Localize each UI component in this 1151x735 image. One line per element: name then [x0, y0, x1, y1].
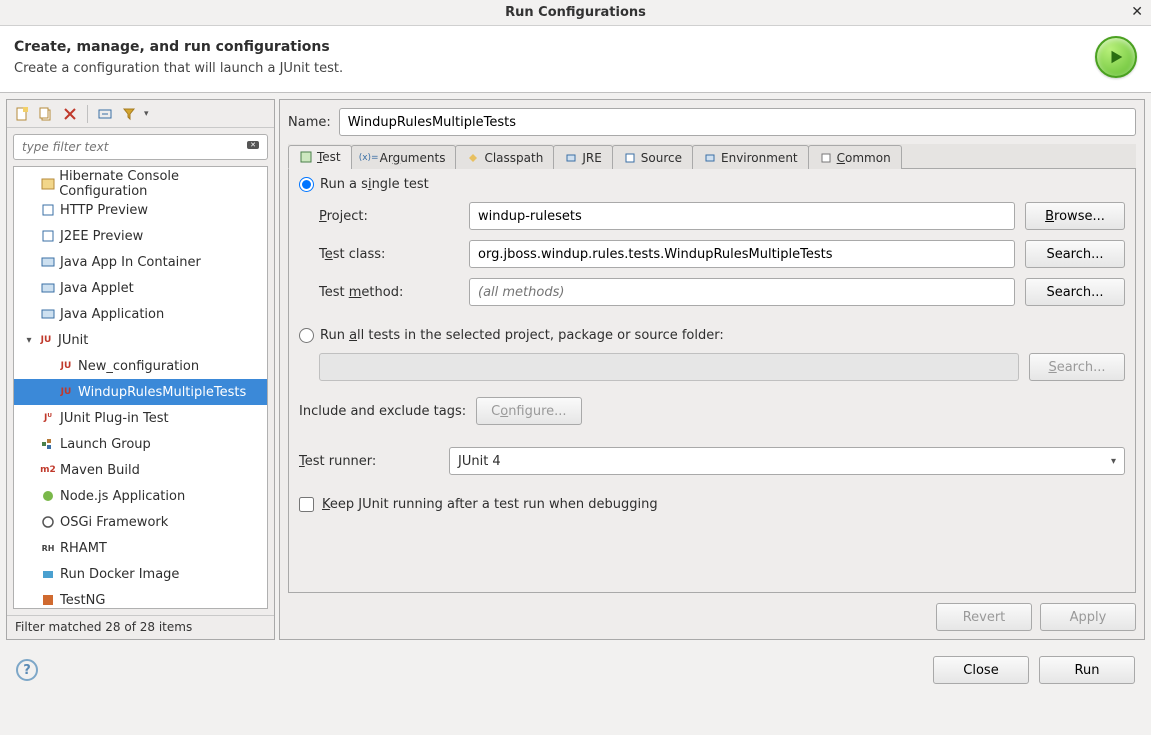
close-button[interactable]: Close	[933, 656, 1029, 684]
runner-label: Test runner:	[299, 454, 439, 469]
tab-environment[interactable]: Environment	[692, 145, 809, 169]
name-label: Name:	[288, 115, 331, 130]
tree-item[interactable]: JUNew_configuration	[14, 353, 267, 379]
tab-test[interactable]: Test	[288, 145, 352, 169]
radio-single-label: Run a single test	[320, 177, 429, 192]
tree-item[interactable]: Java App In Container	[14, 249, 267, 275]
svg-text:✕: ✕	[250, 141, 256, 149]
test-class-input[interactable]	[469, 240, 1015, 268]
tree-item[interactable]: TestNG	[14, 587, 267, 609]
tree-item[interactable]: Launch Group	[14, 431, 267, 457]
apply-button: Apply	[1040, 603, 1136, 631]
tree-item[interactable]: Java Applet	[14, 275, 267, 301]
config-tree[interactable]: Hibernate Console Configuration HTTP Pre…	[13, 166, 268, 609]
tree-item[interactable]: Hibernate Console Configuration	[14, 171, 267, 197]
tree-item-selected[interactable]: JUWindupRulesMultipleTests	[14, 379, 267, 405]
main-panel: Name: Test (x)=Arguments Classpath JRE S…	[279, 99, 1145, 640]
duplicate-config-icon[interactable]	[37, 105, 55, 123]
tab-source[interactable]: Source	[612, 145, 693, 169]
configure-tags-button: Configure...	[476, 397, 581, 425]
filter-status: Filter matched 28 of 28 items	[7, 615, 274, 639]
tree-item[interactable]: Java Application	[14, 301, 267, 327]
tree-item[interactable]: OSGi Framework	[14, 509, 267, 535]
search-class-button[interactable]: Search...	[1025, 240, 1125, 268]
project-label: Project:	[319, 209, 459, 224]
tree-item[interactable]: m2Maven Build	[14, 457, 267, 483]
dialog-header: Create, manage, and run configurations C…	[0, 26, 1151, 93]
sidebar-toolbar: ▾	[7, 100, 274, 128]
revert-button: Revert	[936, 603, 1032, 631]
tree-item[interactable]: Node.js Application	[14, 483, 267, 509]
tree-item[interactable]: J2EE Preview	[14, 223, 267, 249]
delete-config-icon[interactable]	[61, 105, 79, 123]
window-title: Run Configurations	[505, 5, 646, 20]
tree-item-junit[interactable]: ▾JUJUnit	[14, 327, 267, 353]
help-icon[interactable]: ?	[16, 659, 38, 681]
browse-button[interactable]: Browse...	[1025, 202, 1125, 230]
filter-icon[interactable]	[120, 105, 138, 123]
tree-item[interactable]: Run Docker Image	[14, 561, 267, 587]
tree-item[interactable]: RHRHAMT	[14, 535, 267, 561]
titlebar: Run Configurations ✕	[0, 0, 1151, 26]
tab-common[interactable]: Common	[808, 145, 902, 169]
close-icon[interactable]: ✕	[1131, 4, 1143, 20]
keep-running-checkbox[interactable]	[299, 497, 314, 512]
tab-classpath[interactable]: Classpath	[455, 145, 554, 169]
test-method-label: Test method:	[319, 285, 459, 300]
collapse-all-icon[interactable]	[96, 105, 114, 123]
project-input[interactable]	[469, 202, 1015, 230]
tab-arguments[interactable]: (x)=Arguments	[351, 145, 457, 169]
run-button[interactable]: Run	[1039, 656, 1135, 684]
clear-filter-icon[interactable]: ✕	[246, 138, 262, 154]
test-method-input[interactable]	[469, 278, 1015, 306]
header-title: Create, manage, and run configurations	[14, 39, 343, 55]
tree-item[interactable]: J‍ᵁJUnit Plug-in Test	[14, 405, 267, 431]
search-method-button[interactable]: Search...	[1025, 278, 1125, 306]
test-class-label: Test class:	[319, 247, 459, 262]
tab-body-test: Run a single test Project: Browse... Tes…	[288, 169, 1136, 593]
bottom-bar: ? Close Run	[0, 646, 1151, 694]
radio-single-test[interactable]	[299, 177, 314, 192]
keep-running-label: Keep JUnit running after a test run when…	[322, 497, 658, 512]
search-all-button: Search...	[1029, 353, 1125, 381]
tags-label: Include and exclude tags:	[299, 404, 466, 419]
run-icon	[1095, 36, 1137, 78]
sidebar: ▾ ✕ Hibernate Console Configuration HTTP…	[6, 99, 275, 640]
radio-all-label: Run all tests in the selected project, p…	[320, 328, 724, 343]
new-config-icon[interactable]	[13, 105, 31, 123]
all-tests-input	[319, 353, 1019, 381]
test-runner-select[interactable]: JUnit 4 ▾	[449, 447, 1125, 475]
name-input[interactable]	[339, 108, 1136, 136]
filter-input[interactable]	[13, 134, 268, 160]
tab-bar: Test (x)=Arguments Classpath JRE Source …	[288, 144, 1136, 169]
chevron-down-icon: ▾	[1111, 456, 1116, 467]
tree-item[interactable]: HTTP Preview	[14, 197, 267, 223]
radio-all-tests[interactable]	[299, 328, 314, 343]
expand-icon[interactable]: ▾	[22, 335, 36, 346]
header-subtitle: Create a configuration that will launch …	[14, 61, 343, 76]
tab-jre[interactable]: JRE	[553, 145, 612, 169]
